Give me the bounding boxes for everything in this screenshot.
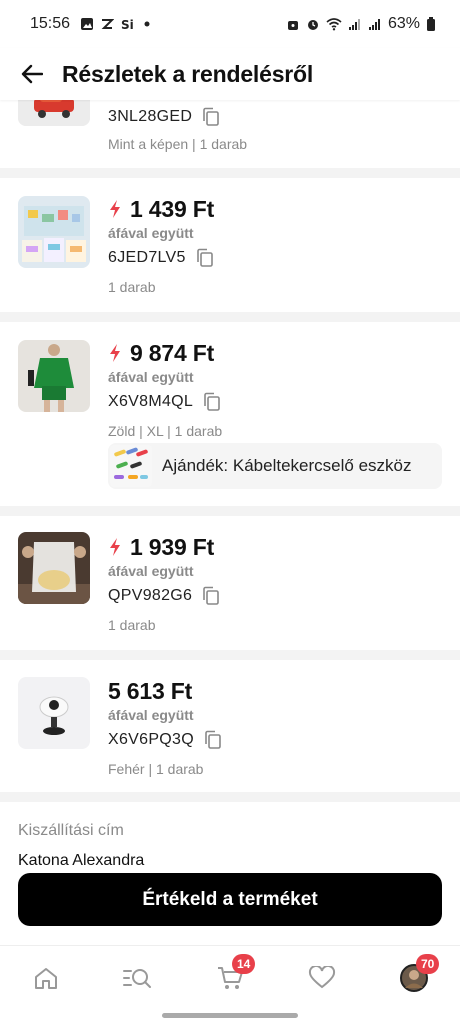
order-item[interactable]: 1 939 Ft áfával együtt QPV982G6 1 darab: [0, 516, 460, 650]
sku-code: X6V6PQ3Q: [108, 731, 195, 748]
price-row: 5 613 Ft: [108, 676, 442, 706]
variant-meta: 1 darab: [108, 279, 156, 295]
gallery-icon: [81, 18, 94, 30]
vat-label: áfával együtt: [108, 225, 194, 241]
wifi-icon: [326, 18, 342, 31]
variant-meta: Fehér | 1 darab: [108, 761, 204, 777]
home-icon: [35, 968, 57, 989]
flash-deal-icon: [110, 538, 120, 556]
battery-percent: 63%: [387, 15, 420, 32]
bottom-navigation: 14 70: [0, 945, 460, 1024]
mini-camera-image: [18, 677, 90, 749]
dough-bag-image: [18, 532, 90, 604]
sku-row: X6V8M4QL: [108, 389, 442, 415]
product-image[interactable]: [18, 532, 90, 604]
copy-icon[interactable]: [202, 586, 220, 606]
green-outfit-image: [18, 340, 90, 412]
category-search-icon: [123, 969, 151, 988]
sku-row: 6JED7LV5: [108, 245, 442, 271]
order-item[interactable]: 3NL28GED Mint a képen | 1 darab: [0, 100, 460, 168]
vat-label: áfával együtt: [108, 563, 194, 579]
flash-deal-icon: [110, 200, 120, 218]
system-icons: 63%: [286, 15, 436, 33]
variant-meta: Zöld | XL | 1 darab: [108, 423, 223, 439]
order-info: 5 613 Ft áfával együtt X6V6PQ3Q Fehér | …: [108, 676, 442, 777]
playmat-image: [18, 196, 90, 268]
sku-code: 3NL28GED: [108, 108, 193, 125]
home-indicator: [162, 1013, 298, 1018]
sku-code: 6JED7LV5: [108, 249, 186, 266]
order-info: 9 874 Ft áfával együtt X6V8M4QL Zöld | X…: [108, 338, 442, 440]
variant-meta: Mint a képen | 1 darab: [108, 136, 248, 152]
gift-label: Ajándék: Kábeltekercselő eszköz: [162, 456, 412, 475]
recipient-name: Katona Alexandra: [18, 852, 145, 869]
cast-icon: [101, 19, 115, 29]
sku-code: QPV982G6: [108, 587, 193, 604]
flash-deal-icon: [110, 344, 120, 362]
tab-categories[interactable]: [117, 960, 157, 996]
svg-text:Si: Si: [121, 18, 134, 31]
back-button[interactable]: [18, 60, 46, 88]
price-row: 1 439 Ft: [108, 194, 442, 224]
gift-image: [110, 445, 152, 487]
order-item[interactable]: 1 439 Ft áfával együtt 6JED7LV5 1 darab: [0, 178, 460, 312]
page-header: Részletek a rendelésről: [0, 48, 460, 100]
vat-label: áfával együtt: [108, 707, 194, 723]
tab-wishlist[interactable]: [302, 960, 342, 996]
status-time: 15:56: [30, 15, 71, 32]
price-row: 1 939 Ft: [108, 532, 442, 562]
price: 1 439 Ft: [130, 195, 215, 222]
tab-profile[interactable]: 70: [394, 954, 440, 996]
copy-icon[interactable]: [196, 248, 214, 268]
arrow-left-icon: [21, 64, 43, 84]
signal-icon: [348, 19, 360, 30]
vat-label: áfával együtt: [108, 369, 194, 385]
page-title: Részletek a rendelésről: [62, 60, 314, 87]
sku-row: QPV982G6: [108, 583, 442, 609]
order-item[interactable]: 9 874 Ft áfával együtt X6V8M4QL Zöld | X…: [0, 322, 460, 506]
order-info: 1 939 Ft áfával együtt QPV982G6 1 darab: [108, 532, 442, 633]
cable-organizer-image: [110, 445, 152, 487]
status-bar: 15:56 Si 63%: [0, 0, 460, 48]
tab-home[interactable]: [26, 960, 66, 996]
battery-icon: [427, 17, 435, 31]
product-image[interactable]: [18, 100, 90, 126]
price: 9 874 Ft: [130, 339, 215, 366]
heart-icon: [308, 966, 336, 989]
price-row: 9 874 Ft: [108, 338, 442, 368]
sku-code: X6V8M4QL: [108, 393, 194, 410]
shipping-address-label: Kiszállítási cím: [18, 822, 124, 839]
sku-row: X6V6PQ3Q: [108, 727, 442, 753]
alarm-icon: [307, 20, 318, 30]
sku-row: 3NL28GED: [108, 104, 442, 130]
copy-icon[interactable]: [203, 392, 221, 412]
order-info: 1 439 Ft áfával együtt 6JED7LV5 1 darab: [108, 194, 442, 296]
app-notification-icon: Si: [121, 18, 134, 31]
product-image[interactable]: [18, 340, 90, 412]
dot-icon: [144, 21, 150, 27]
order-item[interactable]: 5 613 Ft áfával együtt X6V6PQ3Q Fehér | …: [0, 660, 460, 792]
product-image[interactable]: [18, 677, 90, 749]
tab-cart[interactable]: 14: [210, 954, 256, 996]
rate-product-button[interactable]: Értékeld a terméket: [18, 873, 442, 926]
product-image[interactable]: [18, 196, 90, 268]
variant-meta: 1 darab: [108, 617, 156, 633]
order-info: 3NL28GED Mint a képen | 1 darab: [108, 102, 442, 152]
copy-icon[interactable]: [204, 730, 222, 750]
notification-icons: Si: [80, 17, 154, 31]
toy-car-image: [18, 100, 90, 126]
gift-item[interactable]: Ajándék: Kábeltekercselő eszköz: [108, 443, 442, 489]
order-details-list[interactable]: 3NL28GED Mint a képen | 1 darab 1 439 Ft…: [0, 100, 460, 945]
price: 1 939 Ft: [130, 533, 215, 560]
cart-badge: 14: [232, 954, 256, 974]
copy-icon[interactable]: [202, 107, 220, 127]
signal-icon-2: [368, 19, 380, 30]
lock-icon: [287, 21, 298, 30]
price: 5 613 Ft: [108, 677, 193, 704]
profile-badge: 70: [416, 954, 440, 974]
